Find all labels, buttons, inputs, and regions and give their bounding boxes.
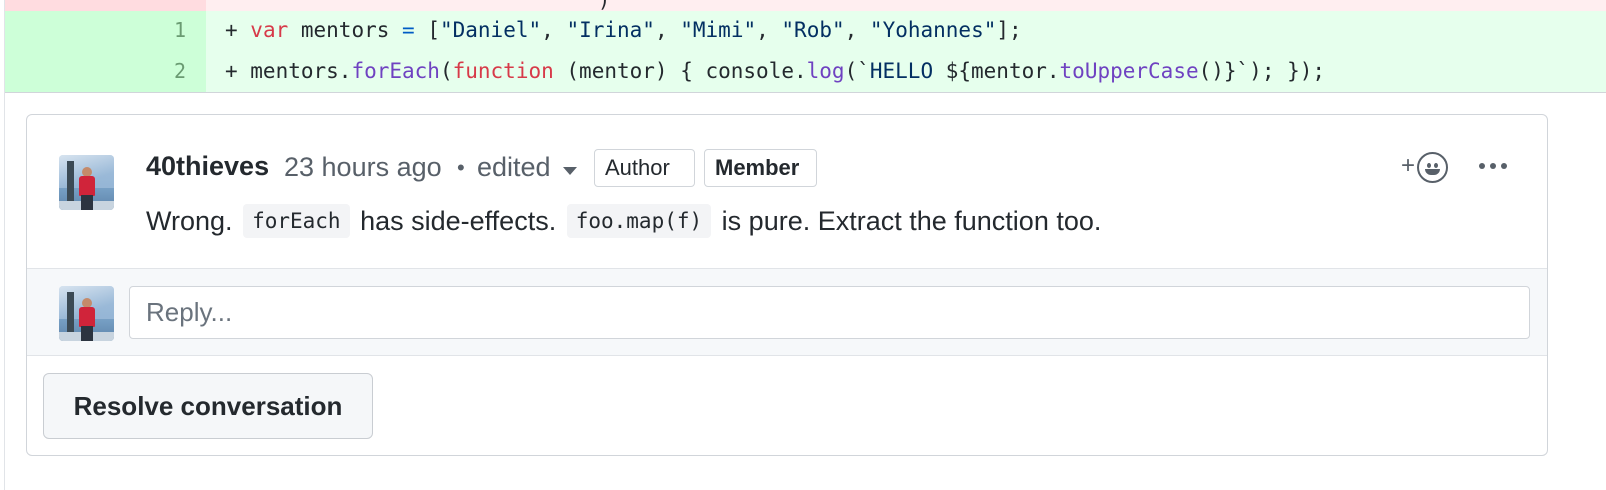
diff-removed-line: ) <box>5 0 1606 12</box>
diff-added-line: 2 + mentors.forEach(function (mentor) { … <box>5 52 1606 93</box>
review-comment-thread: 40thieves 23 hours ago • edited Author M… <box>26 114 1548 456</box>
resolve-conversation-button[interactable]: Resolve conversation <box>43 373 373 439</box>
diff-line-number[interactable]: 2 <box>5 52 206 93</box>
diff-code: + mentors.forEach(function (mentor) { co… <box>225 59 1326 83</box>
avatar <box>59 286 114 341</box>
comment-timestamp[interactable]: 23 hours ago <box>284 152 442 183</box>
inline-code: foo.map(f) <box>566 203 712 238</box>
smiley-icon <box>1417 152 1448 183</box>
reply-section: Reply... <box>27 268 1547 356</box>
caret-down-icon[interactable] <box>563 167 577 175</box>
diff-line-number[interactable]: 1 <box>5 11 206 52</box>
diff-code: + var mentors = ["Daniel", "Irina", "Mim… <box>225 18 1022 42</box>
comment-author[interactable]: 40thieves <box>146 151 269 182</box>
comment-body: Wrong. forEach has side-effects. foo.map… <box>146 203 1102 238</box>
diff-line-number-cell <box>5 0 206 11</box>
add-reaction-button[interactable]: + <box>1399 149 1457 187</box>
diff-added-line: 1 + var mentors = ["Daniel", "Irina", "M… <box>5 11 1606 52</box>
divider <box>5 92 1606 93</box>
kebab-horizontal-icon[interactable] <box>1477 149 1513 179</box>
reply-input[interactable]: Reply... <box>129 286 1530 339</box>
author-label: Author <box>594 149 695 187</box>
edited-dropdown[interactable]: edited <box>477 152 551 183</box>
inline-code: forEach <box>243 203 350 238</box>
member-label: Member <box>704 149 817 187</box>
avatar[interactable] <box>59 155 114 210</box>
plus-icon: + <box>1401 152 1416 179</box>
separator-dot: • <box>457 155 465 180</box>
